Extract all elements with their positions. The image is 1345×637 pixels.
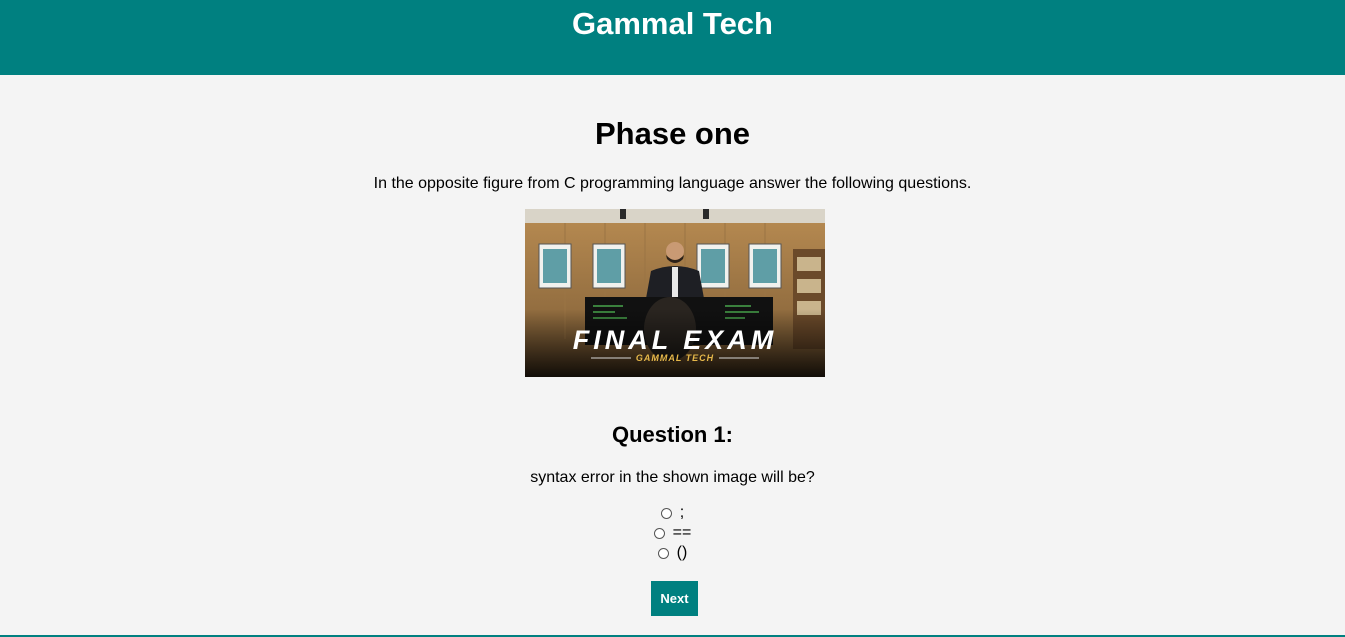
question-text: syntax error in the shown image will be? [530, 469, 815, 486]
exam-figure-image: FINAL EXAM GAMMAL TECH [525, 209, 825, 377]
radio-button[interactable] [660, 507, 672, 519]
option-label: ; [679, 504, 685, 521]
phase-title: Phase one [594, 116, 751, 151]
banner-title: FINAL EXAM [573, 325, 778, 355]
answer-option-equals[interactable]: == [0, 523, 1345, 543]
radio-button[interactable] [653, 527, 665, 539]
next-button[interactable]: Next [651, 581, 698, 616]
answer-option-parentheses[interactable]: () [0, 543, 1345, 563]
option-label: == [672, 524, 692, 541]
question-title: Question 1: [611, 422, 733, 447]
option-label: () [676, 544, 688, 561]
site-title: Gammal Tech [571, 6, 773, 41]
answer-option-semicolon[interactable]: ; [0, 503, 1345, 523]
radio-button[interactable] [657, 547, 669, 559]
banner-subtitle: GAMMAL TECH [636, 353, 714, 363]
instructions-text: In the opposite figure from C programmin… [373, 175, 972, 192]
site-header: Gammal Tech [0, 0, 1345, 75]
answer-options: ; == () [0, 503, 1345, 563]
